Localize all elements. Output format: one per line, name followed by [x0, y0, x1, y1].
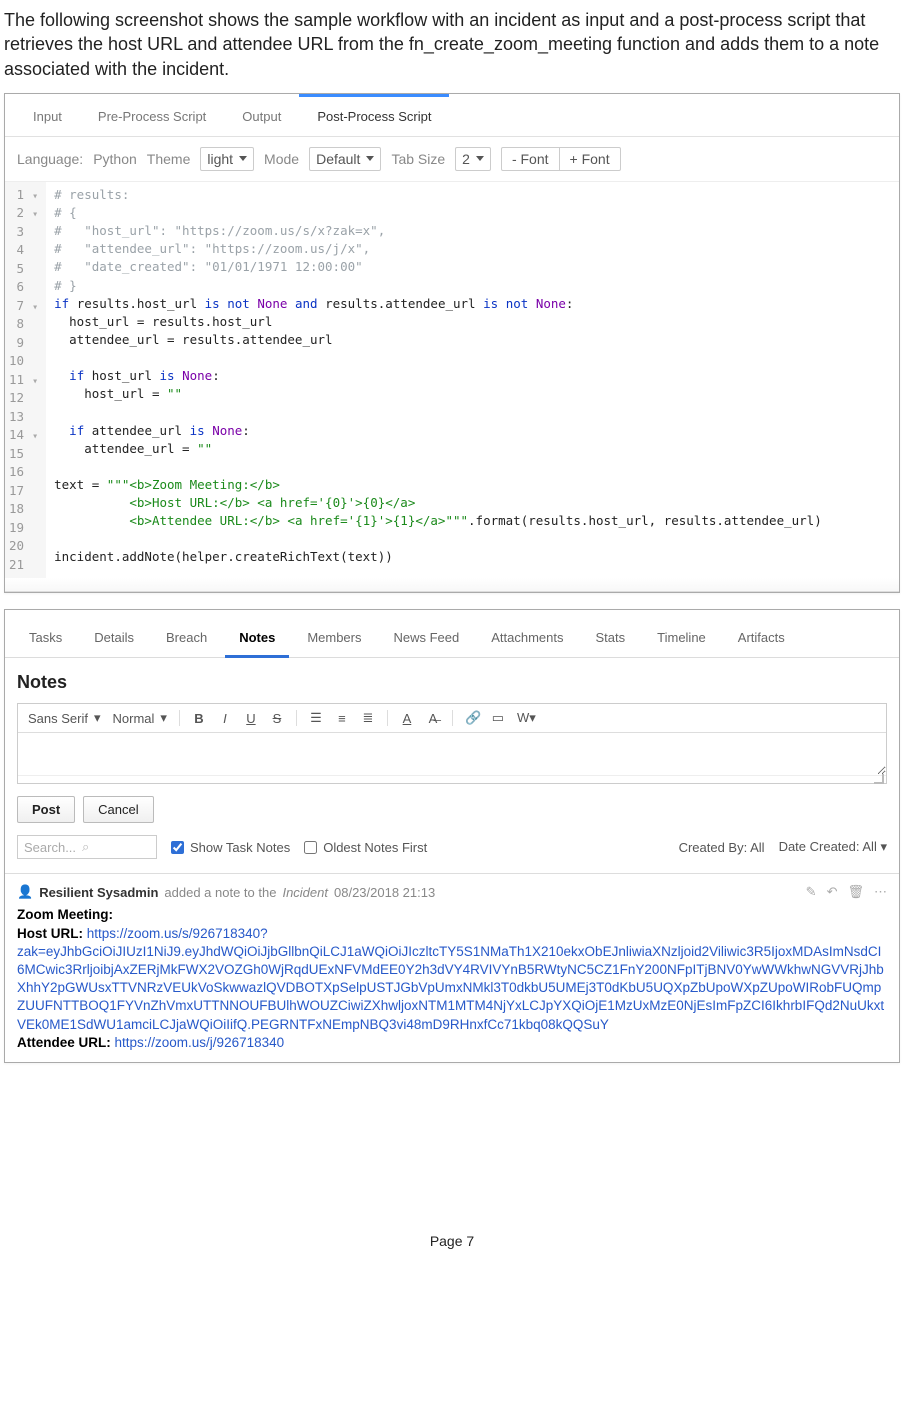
- note-entry: 👤 Resilient Sysadmin added a note to the…: [5, 873, 899, 1062]
- font-plus-button[interactable]: + Font: [560, 148, 620, 170]
- editor-toolbar: Language: Python Theme light Mode Defaul…: [5, 137, 899, 181]
- font-family-select[interactable]: Sans Serif▾: [28, 710, 101, 726]
- note-target: Incident: [282, 885, 328, 900]
- workflow-tabs: InputPre-Process ScriptOutputPost-Proces…: [5, 94, 899, 137]
- attendee-url-link[interactable]: https://zoom.us/j/926718340: [115, 1035, 285, 1050]
- created-by-filter[interactable]: Created By: All: [679, 840, 765, 855]
- font-minus-button[interactable]: - Font: [502, 148, 560, 170]
- attendee-url-label: Attendee URL:: [17, 1035, 111, 1050]
- user-icon: 👤: [17, 884, 33, 900]
- post-button[interactable]: Post: [17, 796, 75, 823]
- reply-icon[interactable]: ↶: [827, 884, 838, 900]
- code-editor-screenshot: InputPre-Process ScriptOutputPost-Proces…: [4, 93, 900, 594]
- incident-tab-members[interactable]: Members: [293, 620, 375, 657]
- incident-tab-notes[interactable]: Notes: [225, 620, 289, 658]
- unordered-list-icon[interactable]: ≡: [335, 711, 349, 726]
- workflow-tab-post-process-script[interactable]: Post-Process Script: [299, 94, 449, 136]
- align-icon[interactable]: ≣: [361, 710, 375, 726]
- oldest-first-checkbox[interactable]: Oldest Notes First: [304, 840, 427, 855]
- note-action-text: added a note to the: [164, 885, 276, 900]
- incident-tab-timeline[interactable]: Timeline: [643, 620, 720, 657]
- theme-select[interactable]: light: [200, 147, 254, 171]
- rte-toolbar: Sans Serif▾ Normal▾ B I U S ☰ ≡ ≣ A A̶ 🔗…: [18, 704, 886, 733]
- host-url-link[interactable]: https://zoom.us/s/926718340?zak=eyJhbGci…: [17, 926, 884, 1032]
- caret-down-icon: [476, 156, 484, 161]
- underline-icon[interactable]: U: [244, 711, 258, 726]
- host-url-label: Host URL:: [17, 926, 83, 941]
- page-number: Page 7: [4, 1233, 900, 1249]
- intro-text: The following screenshot shows the sampl…: [4, 8, 900, 81]
- ordered-list-icon[interactable]: ☰: [309, 710, 323, 726]
- search-input[interactable]: Search... ⌕: [17, 835, 157, 859]
- note-author: Resilient Sysadmin: [39, 885, 158, 900]
- image-icon[interactable]: ▭: [491, 710, 505, 726]
- note-title: Zoom Meeting:: [17, 907, 113, 922]
- resize-grip-icon[interactable]: [874, 774, 884, 784]
- more-icon[interactable]: ⋯: [874, 884, 887, 900]
- incident-tab-details[interactable]: Details: [80, 620, 148, 657]
- notes-screenshot: TasksDetailsBreachNotesMembersNews FeedA…: [4, 609, 900, 1063]
- incident-tab-tasks[interactable]: Tasks: [15, 620, 76, 657]
- strikethrough-icon[interactable]: S: [270, 711, 284, 726]
- link-icon[interactable]: 🔗: [465, 710, 479, 726]
- delete-icon[interactable]: 🗑: [847, 884, 864, 900]
- rich-text-editor: Sans Serif▾ Normal▾ B I U S ☰ ≡ ≣ A A̶ 🔗…: [17, 703, 887, 784]
- font-size-buttons: - Font + Font: [501, 147, 621, 171]
- incident-tab-news-feed[interactable]: News Feed: [380, 620, 474, 657]
- theme-label: Theme: [147, 151, 191, 167]
- code-editor[interactable]: 1 ▾2 ▾3 4 5 6 7 ▾8 9 10 11 ▾12 13 14 ▾15…: [5, 181, 899, 579]
- language-value: Python: [93, 151, 137, 167]
- incident-tab-breach[interactable]: Breach: [152, 620, 221, 657]
- notes-title: Notes: [5, 658, 899, 703]
- notes-filter-row: Search... ⌕ Show Task Notes Oldest Notes…: [5, 835, 899, 869]
- cancel-button[interactable]: Cancel: [83, 796, 153, 823]
- caret-down-icon: [239, 156, 247, 161]
- caret-down-icon: [366, 156, 374, 161]
- wiki-icon[interactable]: W▾: [517, 710, 531, 726]
- font-size-select[interactable]: Normal▾: [113, 710, 167, 726]
- italic-icon[interactable]: I: [218, 711, 232, 726]
- bold-icon[interactable]: B: [192, 711, 206, 726]
- incident-tab-artifacts[interactable]: Artifacts: [724, 620, 799, 657]
- search-placeholder: Search...: [24, 840, 76, 855]
- mode-select[interactable]: Default: [309, 147, 381, 171]
- mode-label: Mode: [264, 151, 299, 167]
- tabsize-label: Tab Size: [391, 151, 445, 167]
- edit-icon[interactable]: ✎: [806, 884, 817, 900]
- incident-tab-attachments[interactable]: Attachments: [477, 620, 577, 657]
- search-icon: ⌕: [82, 839, 89, 855]
- workflow-tab-output[interactable]: Output: [224, 94, 299, 136]
- workflow-tab-input[interactable]: Input: [15, 94, 80, 136]
- text-color-icon[interactable]: A: [400, 711, 414, 726]
- date-created-filter[interactable]: Date Created: All ▾: [779, 839, 887, 855]
- incident-tab-stats[interactable]: Stats: [582, 620, 640, 657]
- incident-tabs: TasksDetailsBreachNotesMembersNews FeedA…: [5, 610, 899, 658]
- show-task-notes-checkbox[interactable]: Show Task Notes: [171, 840, 290, 855]
- rte-textarea[interactable]: [18, 733, 886, 775]
- workflow-tab-pre-process-script[interactable]: Pre-Process Script: [80, 94, 224, 136]
- clear-format-icon[interactable]: A̶: [426, 711, 440, 726]
- language-label: Language:: [17, 151, 83, 167]
- tabsize-select[interactable]: 2: [455, 147, 491, 171]
- note-timestamp: 08/23/2018 21:13: [334, 885, 435, 900]
